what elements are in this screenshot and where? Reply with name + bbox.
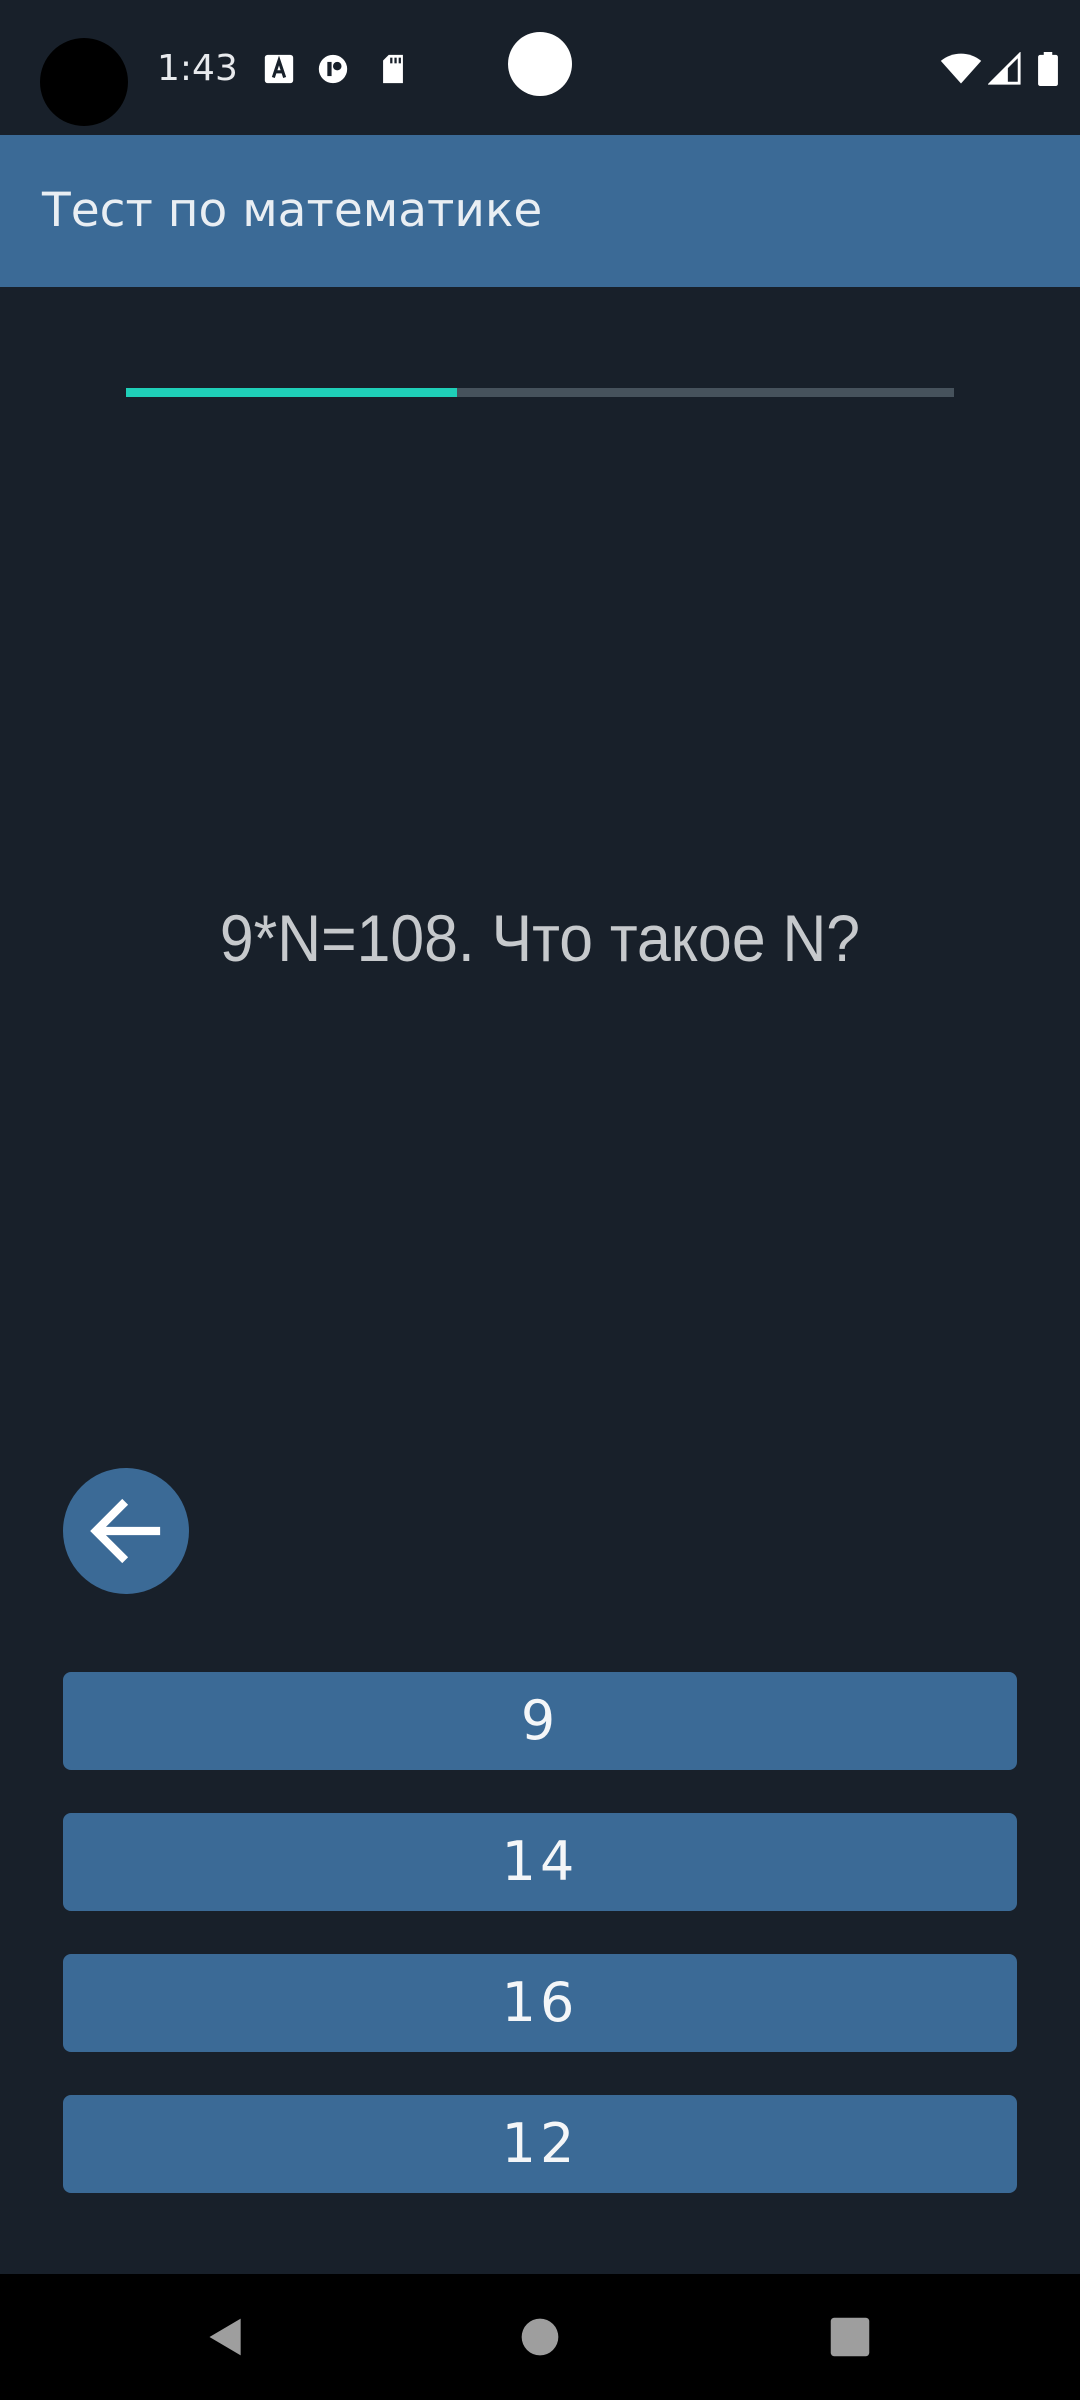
arrow-left-icon xyxy=(90,1498,161,1564)
answer-button-2[interactable]: 14 xyxy=(63,1813,1017,1911)
quiz-progress-fill xyxy=(126,388,458,397)
answer-button-4[interactable]: 12 xyxy=(63,2095,1017,2193)
home-circle-icon xyxy=(521,2318,559,2356)
system-nav-bar xyxy=(0,2274,1080,2400)
nav-recents-button[interactable] xyxy=(790,2274,910,2400)
answer-button-1[interactable]: 9 xyxy=(63,1672,1017,1770)
notification-dot xyxy=(508,32,572,96)
back-button[interactable] xyxy=(63,1468,189,1594)
app-bar: Тест по математике xyxy=(0,135,1080,287)
camera-cutout xyxy=(40,38,128,126)
app-title: Тест по математике xyxy=(42,183,543,238)
signal-icon xyxy=(988,52,1021,85)
text-a-icon xyxy=(264,54,294,84)
battery-icon xyxy=(1038,52,1058,86)
question-text: 9*N=108. Что такое N? xyxy=(219,901,861,975)
recents-square-icon xyxy=(830,2317,870,2357)
nav-back-button[interactable] xyxy=(166,2274,286,2400)
screen: 1:43 Тест по математике 9*N=108. Что так… xyxy=(0,0,1080,2400)
quiz-progress-bar xyxy=(126,388,954,397)
wifi-icon xyxy=(940,53,982,84)
sd-card-icon xyxy=(383,54,403,84)
answer-button-3[interactable]: 16 xyxy=(63,1954,1017,2052)
status-bar: 1:43 xyxy=(0,0,1080,135)
bug-icon xyxy=(318,54,348,84)
back-triangle-icon xyxy=(209,2318,241,2356)
status-time: 1:43 xyxy=(157,48,238,89)
nav-home-button[interactable] xyxy=(480,2274,600,2400)
